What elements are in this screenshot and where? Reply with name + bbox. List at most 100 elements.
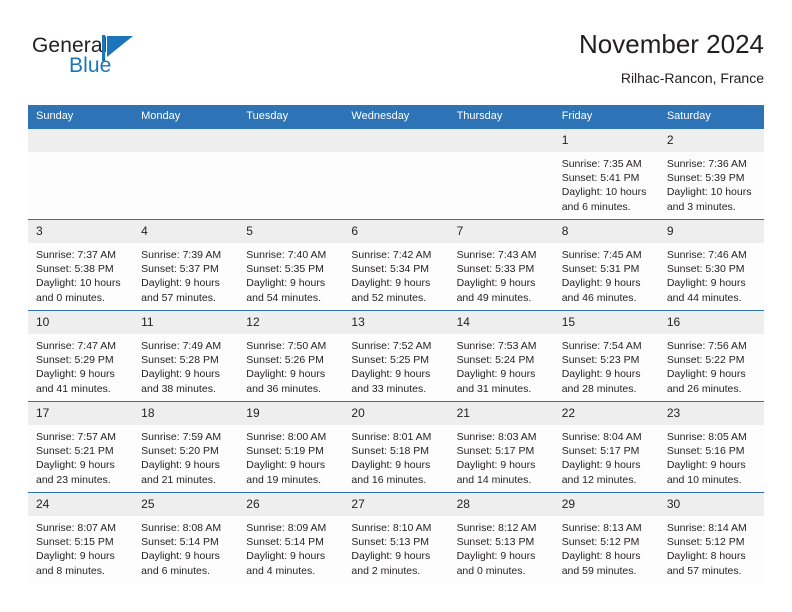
calendar-day-cell[interactable]: 13 Sunrise: 7:52 AM Sunset: 5:25 PM Dayligh… — [343, 310, 449, 402]
daylight-duration: Daylight: 10 hours and 3 minutes. — [666, 186, 752, 213]
calendar-day-cell[interactable]: 22 Sunrise: 8:04 AM Sunset: 5:17 PM Dayligh… — [553, 401, 659, 493]
sunrise-time: Sunrise: 8:09 AM — [246, 522, 327, 534]
day-number: 30 — [658, 493, 764, 516]
sunset-time: Sunset: 5:22 PM — [666, 354, 745, 367]
calendar-day-cell[interactable]: 8 Sunrise: 7:45 AM Sunset: 5:31 PM Daylight… — [553, 219, 659, 311]
daylight-duration: Daylight: 9 hours and 23 minutes. — [36, 459, 115, 486]
daylight-duration: Daylight: 9 hours and 33 minutes. — [351, 368, 431, 395]
sunset-time: Sunset: 5:39 PM — [666, 172, 745, 185]
day-number: 17 — [28, 402, 134, 425]
daylight-duration: Daylight: 9 hours and 16 minutes. — [351, 459, 431, 486]
calendar-day-cell[interactable]: 4 Sunrise: 7:39 AM Sunset: 5:37 PM Daylight… — [133, 219, 239, 311]
day-number: 15 — [553, 311, 659, 334]
day-details: Sunrise: 7:57 AM Sunset: 5:21 PM Daylight:… — [28, 425, 133, 487]
daylight-duration: Daylight: 9 hours and 4 minutes. — [246, 550, 326, 577]
brand-name-blue: Blue — [69, 54, 112, 77]
sunset-time: Sunset: 5:12 PM — [561, 536, 640, 549]
page-location: Rilhac-Rancon, France — [620, 70, 764, 86]
sunset-time: Sunset: 5:20 PM — [141, 445, 219, 458]
sunrise-time: Sunrise: 8:00 AM — [246, 431, 327, 443]
daylight-duration: Daylight: 10 hours and 6 minutes. — [561, 186, 647, 213]
sunrise-time: Sunrise: 7:42 AM — [351, 249, 432, 261]
calendar-day-cell[interactable]: 28 Sunrise: 8:12 AM Sunset: 5:13 PM Dayligh… — [448, 492, 554, 583]
calendar-day-cell[interactable]: 11 Sunrise: 7:49 AM Sunset: 5:28 PM Dayligh… — [133, 310, 239, 402]
weekday-header-saturday: Saturday — [658, 105, 764, 129]
sunrise-time: Sunrise: 7:43 AM — [456, 249, 537, 261]
calendar-day-cell[interactable]: 16 Sunrise: 7:56 AM Sunset: 5:22 PM Dayligh… — [658, 310, 764, 402]
sunset-time: Sunset: 5:16 PM — [666, 445, 745, 458]
page-title: November 2024 — [579, 29, 764, 59]
sunrise-time: Sunrise: 7:50 AM — [246, 340, 327, 352]
calendar-day-cell[interactable]: 23 Sunrise: 8:05 AM Sunset: 5:16 PM Dayligh… — [658, 401, 764, 493]
day-details: Sunrise: 8:13 AM Sunset: 5:12 PM Daylight:… — [554, 516, 659, 578]
calendar-day-cell[interactable]: 12 Sunrise: 7:50 AM Sunset: 5:26 PM Dayligh… — [238, 310, 344, 402]
daylight-duration: Daylight: 9 hours and 14 minutes. — [456, 459, 536, 486]
sunrise-time: Sunrise: 8:13 AM — [561, 522, 642, 534]
day-details: Sunrise: 7:40 AM Sunset: 5:35 PM Daylight:… — [238, 243, 343, 305]
day-details: Sunrise: 8:14 AM Sunset: 5:12 PM Daylight:… — [659, 516, 764, 578]
sunset-time: Sunset: 5:29 PM — [36, 354, 114, 367]
calendar-day-cell[interactable]: 18 Sunrise: 7:59 AM Sunset: 5:20 PM Dayligh… — [133, 401, 239, 493]
calendar-day-cell[interactable]: 15 Sunrise: 7:54 AM Sunset: 5:23 PM Dayligh… — [553, 310, 659, 402]
sunrise-time: Sunrise: 7:56 AM — [666, 340, 747, 352]
day-number: 14 — [448, 311, 554, 334]
sunrise-time: Sunrise: 7:54 AM — [561, 340, 642, 352]
calendar-week-row: 1 Sunrise: 7:35 AM Sunset: 5:41 PM Daylight… — [28, 129, 764, 220]
day-details: Sunrise: 8:04 AM Sunset: 5:17 PM Daylight:… — [554, 425, 659, 487]
calendar-body: 1 Sunrise: 7:35 AM Sunset: 5:41 PM Daylight… — [28, 129, 764, 583]
sunset-time: Sunset: 5:12 PM — [666, 536, 745, 549]
sunrise-time: Sunrise: 7:49 AM — [141, 340, 222, 352]
calendar-day-cell[interactable]: 20 Sunrise: 8:01 AM Sunset: 5:18 PM Dayligh… — [343, 401, 449, 493]
sunrise-sunset-calendar: Sunday Monday Tuesday Wednesday Thursday… — [28, 105, 764, 583]
day-details: Sunrise: 7:53 AM Sunset: 5:24 PM Daylight:… — [449, 334, 554, 396]
sunrise-time: Sunrise: 8:01 AM — [351, 431, 432, 443]
calendar-week-row: 17 Sunrise: 7:57 AM Sunset: 5:21 PM Dayligh… — [28, 401, 764, 493]
day-number: 18 — [133, 402, 239, 425]
calendar-day-cell[interactable]: 25 Sunrise: 8:08 AM Sunset: 5:14 PM Dayligh… — [133, 492, 239, 583]
calendar-cell-empty — [28, 129, 134, 220]
day-number: 3 — [28, 220, 134, 243]
calendar-day-cell[interactable]: 10 Sunrise: 7:47 AM Sunset: 5:29 PM Dayligh… — [28, 310, 134, 402]
calendar-week-row: 24 Sunrise: 8:07 AM Sunset: 5:15 PM Dayligh… — [28, 492, 764, 583]
calendar-day-cell[interactable]: 9 Sunrise: 7:46 AM Sunset: 5:30 PM Daylight… — [658, 219, 764, 311]
calendar-day-cell[interactable]: 5 Sunrise: 7:40 AM Sunset: 5:35 PM Daylight… — [238, 219, 344, 311]
daylight-duration: Daylight: 9 hours and 19 minutes. — [246, 459, 326, 486]
calendar-day-cell[interactable]: 2 Sunrise: 7:36 AM Sunset: 5:39 PM Daylight… — [658, 129, 764, 220]
daylight-duration: Daylight: 9 hours and 6 minutes. — [141, 550, 220, 577]
calendar-day-cell[interactable]: 6 Sunrise: 7:42 AM Sunset: 5:34 PM Daylight… — [343, 219, 449, 311]
calendar-day-cell[interactable]: 3 Sunrise: 7:37 AM Sunset: 5:38 PM Daylight… — [28, 219, 134, 311]
sunrise-time: Sunrise: 7:59 AM — [141, 431, 222, 443]
calendar-day-cell[interactable]: 17 Sunrise: 7:57 AM Sunset: 5:21 PM Dayligh… — [28, 401, 134, 493]
daylight-duration: Daylight: 8 hours and 59 minutes. — [561, 550, 641, 577]
sunrise-time: Sunrise: 8:08 AM — [141, 522, 222, 534]
day-details: Sunrise: 7:54 AM Sunset: 5:23 PM Daylight:… — [554, 334, 659, 396]
daylight-duration: Daylight: 9 hours and 54 minutes. — [246, 277, 326, 304]
day-details: Sunrise: 7:59 AM Sunset: 5:20 PM Daylight:… — [133, 425, 238, 487]
day-number: 8 — [553, 220, 659, 243]
sunrise-time: Sunrise: 8:03 AM — [456, 431, 537, 443]
brand-logo[interactable]: General Blue — [32, 34, 212, 92]
calendar-day-cell[interactable]: 1 Sunrise: 7:35 AM Sunset: 5:41 PM Daylight… — [553, 129, 659, 220]
day-details: Sunrise: 7:36 AM Sunset: 5:39 PM Daylight:… — [659, 152, 764, 214]
day-details: Sunrise: 7:47 AM Sunset: 5:29 PM Daylight:… — [28, 334, 133, 396]
day-number: 7 — [448, 220, 554, 243]
sunset-time: Sunset: 5:34 PM — [351, 263, 430, 276]
calendar-day-cell[interactable]: 24 Sunrise: 8:07 AM Sunset: 5:15 PM Dayligh… — [28, 492, 134, 583]
calendar-day-cell[interactable]: 27 Sunrise: 8:10 AM Sunset: 5:13 PM Dayligh… — [343, 492, 449, 583]
sunset-time: Sunset: 5:21 PM — [36, 445, 114, 458]
calendar-day-cell[interactable]: 21 Sunrise: 8:03 AM Sunset: 5:17 PM Dayligh… — [448, 401, 554, 493]
sunrise-time: Sunrise: 7:53 AM — [456, 340, 537, 352]
sunrise-time: Sunrise: 7:46 AM — [666, 249, 747, 261]
calendar-day-cell[interactable]: 14 Sunrise: 7:53 AM Sunset: 5:24 PM Dayligh… — [448, 310, 554, 402]
sunset-time: Sunset: 5:23 PM — [561, 354, 640, 367]
calendar-day-cell[interactable]: 29 Sunrise: 8:13 AM Sunset: 5:12 PM Dayligh… — [553, 492, 659, 583]
sunset-time: Sunset: 5:25 PM — [351, 354, 430, 367]
calendar-day-cell[interactable]: 30 Sunrise: 8:14 AM Sunset: 5:12 PM Dayligh… — [658, 492, 764, 583]
calendar-day-cell[interactable]: 19 Sunrise: 8:00 AM Sunset: 5:19 PM Dayligh… — [238, 401, 344, 493]
calendar-day-cell[interactable]: 26 Sunrise: 8:09 AM Sunset: 5:14 PM Dayligh… — [238, 492, 344, 583]
day-number — [238, 129, 344, 152]
calendar-day-cell[interactable]: 7 Sunrise: 7:43 AM Sunset: 5:33 PM Daylight… — [448, 219, 554, 311]
day-number: 28 — [448, 493, 554, 516]
day-details: Sunrise: 8:01 AM Sunset: 5:18 PM Daylight:… — [343, 425, 448, 487]
daylight-duration: Daylight: 9 hours and 0 minutes. — [456, 550, 536, 577]
